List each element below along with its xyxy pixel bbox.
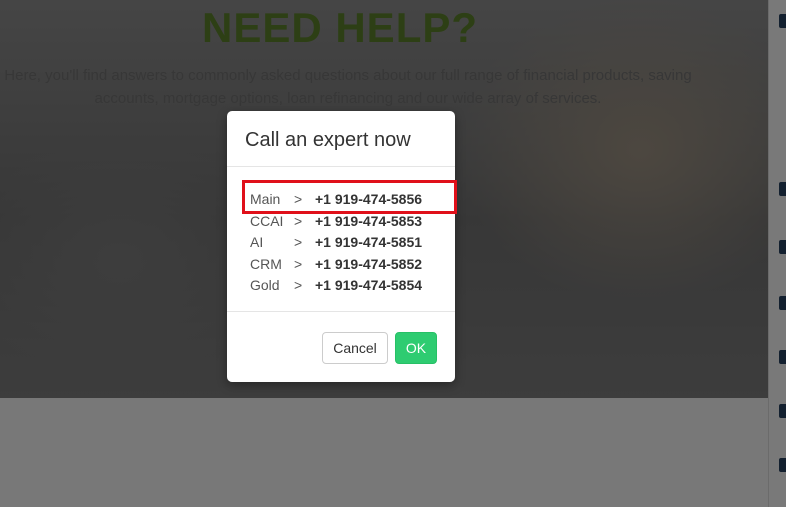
phone-number[interactable]: +1 919-474-5853 (315, 213, 422, 229)
dialog-title: Call an expert now (245, 129, 411, 151)
phone-label: AI (250, 234, 264, 250)
phone-label: Gold (250, 277, 280, 293)
chevron-separator: > (294, 234, 303, 250)
ok-button[interactable]: OK (395, 332, 437, 364)
phone-number[interactable]: +1 919-474-5856 (315, 191, 422, 207)
phone-number[interactable]: +1 919-474-5852 (315, 256, 422, 272)
phone-row-main: Main > +1 919-474-5856 (250, 189, 422, 211)
phone-label: CRM (250, 255, 282, 272)
chevron-separator: > (294, 191, 303, 207)
call-expert-dialog: Call an expert now Main > +1 919-474-5856 … (227, 111, 455, 382)
dialog-body: Main > +1 919-474-5856 CCAI > +1 919-474-585… (227, 167, 455, 311)
chevron-separator: > (294, 212, 303, 229)
dialog-header: Call an expert now (227, 111, 455, 167)
phone-row-gold: Gold > +1 919-474-5854 (250, 275, 422, 297)
phone-label: Main (250, 191, 281, 207)
cancel-button[interactable]: Cancel (322, 332, 388, 364)
chevron-separator: > (294, 277, 303, 293)
phone-row-crm: CRM > +1 919-474-5852 (250, 254, 422, 276)
phone-number[interactable]: +1 919-474-5854 (315, 277, 422, 293)
phone-row-ccai: CCAI > +1 919-474-5853 (250, 211, 422, 233)
dialog-footer: Cancel OK (227, 311, 455, 381)
phone-row-ai: AI > +1 919-474-5851 (250, 232, 422, 254)
chevron-separator: > (294, 255, 303, 272)
phone-list: Main > +1 919-474-5856 CCAI > +1 919-474-585… (250, 189, 422, 297)
phone-label: CCAI (250, 212, 284, 229)
phone-number[interactable]: +1 919-474-5851 (315, 234, 422, 250)
